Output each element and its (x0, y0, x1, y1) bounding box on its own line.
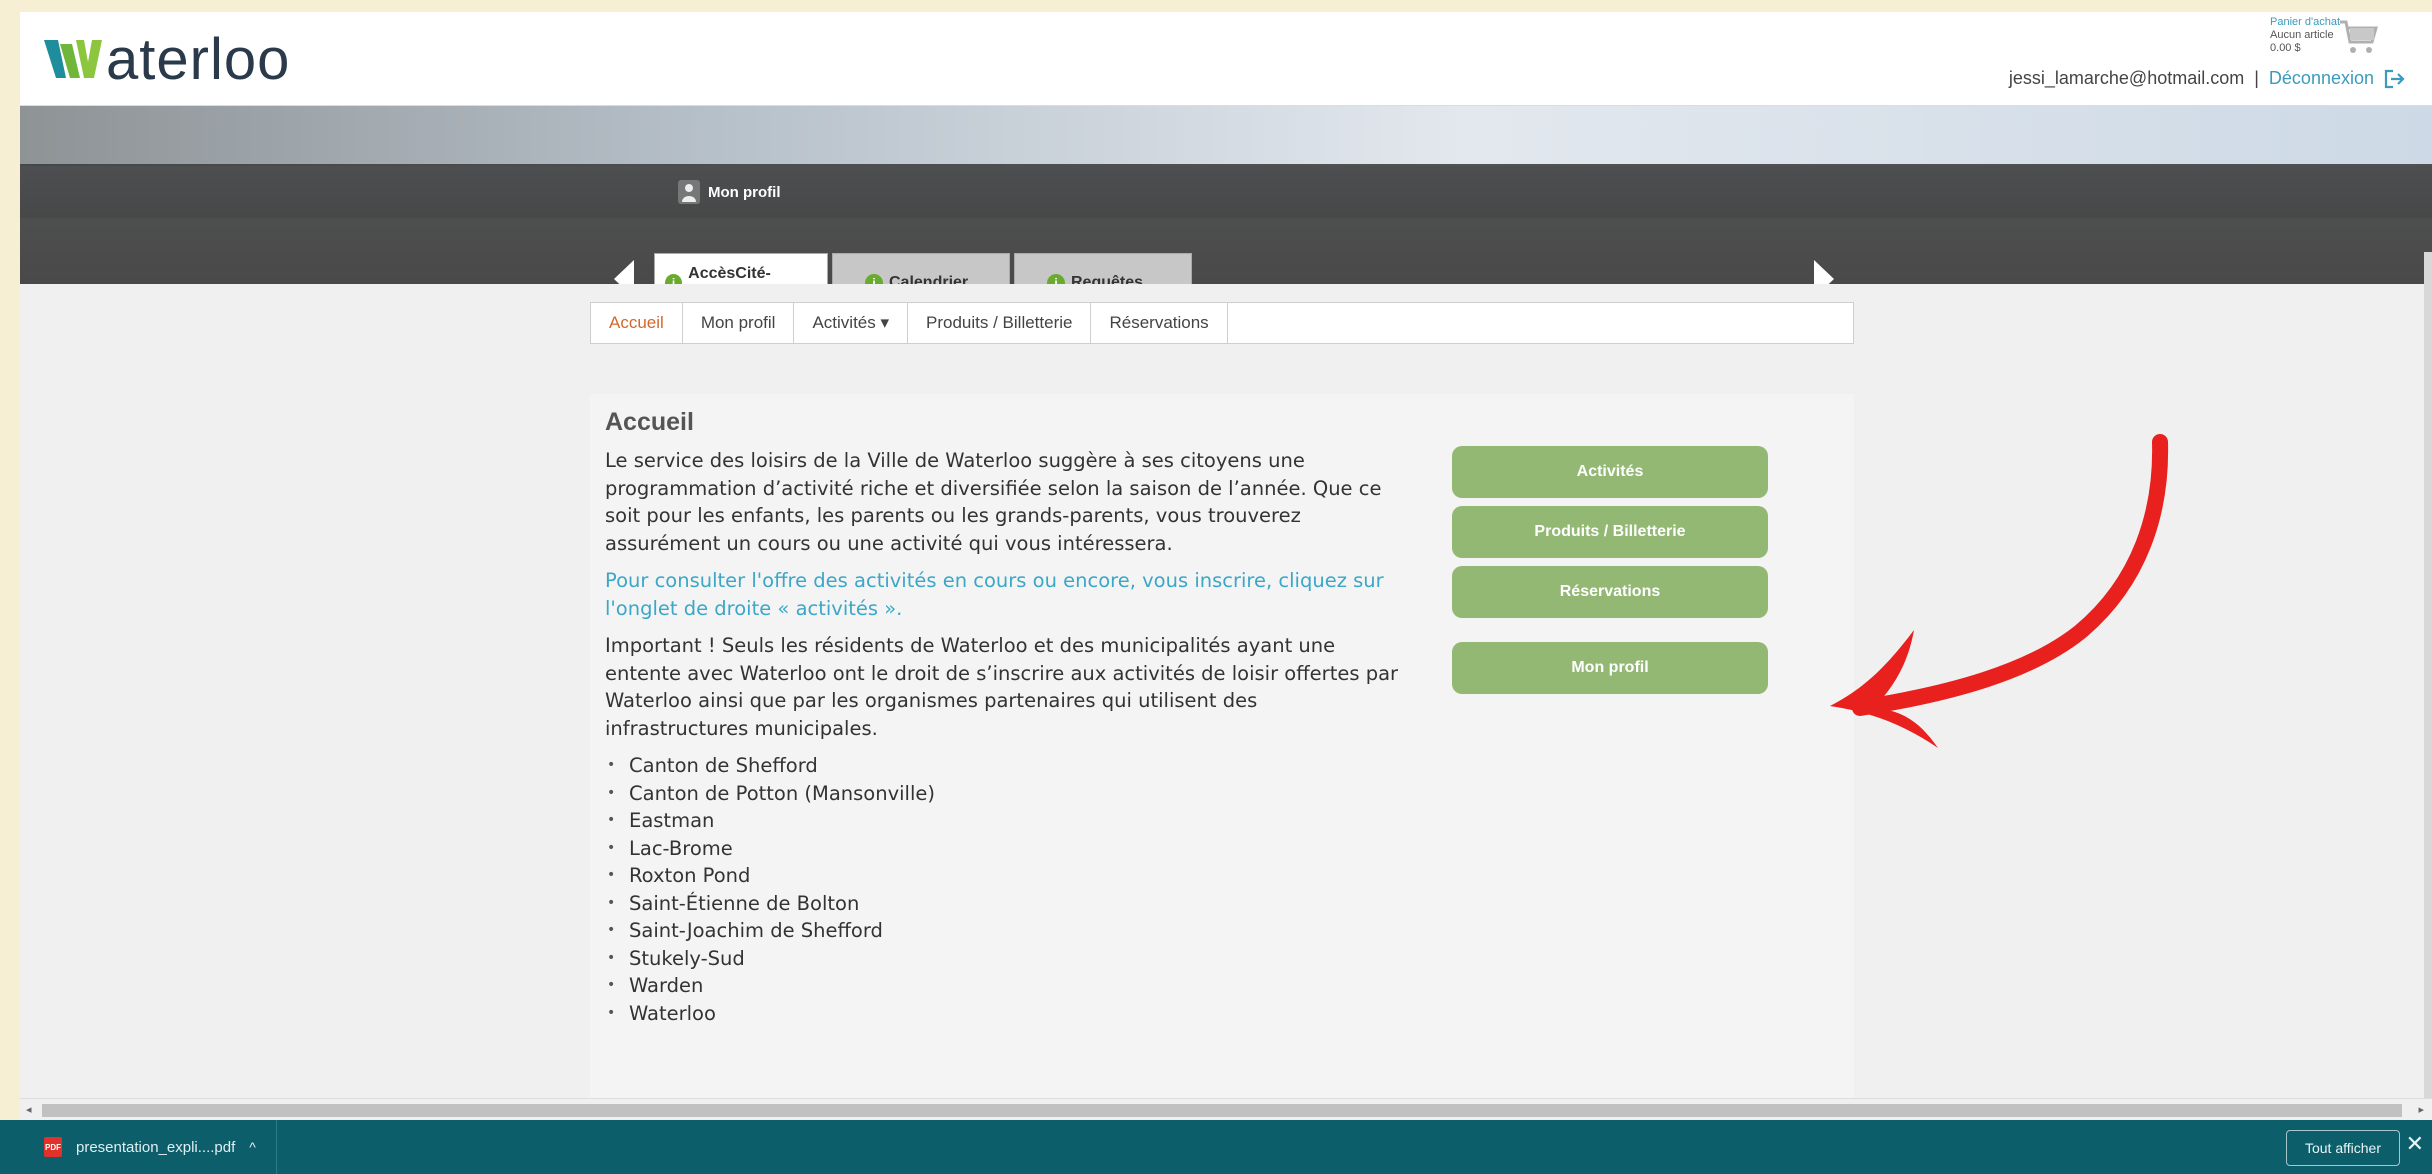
download-bar: PDF presentation_expli....pdf ^ Tout aff… (0, 1120, 2432, 1174)
tab-label: AccèsCité-Loisirs (688, 264, 771, 285)
cart-items: Aucun article (2270, 29, 2334, 41)
subnav-item-produits-billetterie[interactable]: Produits / Billetterie (908, 303, 1092, 343)
shopping-cart-summary[interactable]: Panier d'achat Aucun article 0.00 $ (2270, 16, 2340, 55)
browser-viewport: aterloo Panier d'achat Aucun article 0.0… (20, 12, 2432, 1118)
intro-paragraph: Le service des loisirs de la Ville de Wa… (605, 449, 1382, 555)
hero-banner: Mon profil i AccèsCité-Loisirs i Calendr… (20, 106, 2432, 284)
tabs-scroll-right-icon[interactable] (1814, 260, 1834, 284)
download-file-name: presentation_expli....pdf (76, 1138, 236, 1156)
user-account-line: jessi_lamarche@hotmail.com | Déconnexion (2009, 68, 2406, 89)
tab-requetes[interactable]: i Requêtes (1014, 253, 1192, 284)
profile-bar (20, 164, 2432, 218)
main-panel: Accueil Le service des loisirs de la Vil… (590, 394, 1854, 1118)
site-header: aterloo Panier d'achat Aucun article 0.0… (20, 12, 2432, 106)
list-item: Canton de Potton (Mansonville) (605, 780, 1405, 808)
banner-sky (20, 106, 2432, 166)
user-email: jessi_lamarche@hotmail.com (2008, 68, 2245, 88)
list-item: Saint-Joachim de Shefford (605, 917, 1405, 945)
waterloo-w-logo-icon (44, 40, 102, 78)
tab-calendrier[interactable]: i Calendrier (832, 253, 1010, 284)
red-arrow-annotation-icon (1830, 434, 2169, 748)
show-all-button[interactable]: Tout afficher (2285, 1130, 2400, 1166)
chevron-up-icon[interactable]: ^ (249, 1139, 256, 1155)
logout-link[interactable]: Déconnexion (2269, 68, 2374, 89)
tab-label: Calendrier (889, 273, 969, 285)
shopping-cart-icon[interactable] (2338, 18, 2378, 58)
top-profile-label: Mon profil (708, 183, 781, 201)
subnav-item-activites[interactable]: Activités ▾ (794, 303, 909, 343)
scrollbar-thumb[interactable] (42, 1104, 2402, 1117)
info-icon: i (1047, 273, 1065, 284)
list-item: Canton de Shefford (605, 752, 1405, 780)
activites-button[interactable]: Activités (1452, 446, 1768, 498)
tab-accescite-loisirs[interactable]: i AccèsCité-Loisirs (654, 253, 828, 284)
municipalities-list: Canton de Shefford Canton de Potton (Man… (605, 752, 1405, 1027)
module-tabs: i AccèsCité-Loisirs i Calendrier i Requê… (654, 253, 1192, 284)
mon-profil-button[interactable]: Mon profil (1452, 642, 1768, 694)
list-item: Waterloo (605, 1000, 1405, 1028)
page-title: Accueil (605, 408, 694, 436)
separator: | (2254, 68, 2259, 88)
info-icon: i (865, 273, 883, 284)
reservations-button[interactable]: Réservations (1452, 566, 1768, 618)
quick-action-buttons: Activités Produits / Billetterie Réserva… (1452, 446, 1768, 702)
scroll-right-icon[interactable]: ▸ (2418, 1103, 2424, 1116)
logo-text: aterloo (106, 26, 291, 92)
download-item[interactable]: PDF presentation_expli....pdf ^ (0, 1120, 277, 1174)
important-paragraph: Important ! Seuls les résidents de Water… (605, 634, 1399, 740)
top-profile-link[interactable]: Mon profil (678, 180, 780, 204)
produits-billetterie-button[interactable]: Produits / Billetterie (1452, 506, 1768, 558)
home-content: Accueil Le service des loisirs de la Vil… (605, 408, 1405, 1027)
list-item: Stukely-Sud (605, 945, 1405, 973)
subnav-item-mon-profil[interactable]: Mon profil (683, 303, 795, 343)
cart-total: 0.00 $ (2270, 42, 2301, 54)
tab-label: Requêtes (1071, 273, 1144, 285)
logout-icon[interactable] (2384, 69, 2406, 89)
list-item: Eastman (605, 807, 1405, 835)
person-icon (678, 180, 700, 204)
scroll-left-icon[interactable]: ◂ (26, 1103, 32, 1116)
list-item: Saint-Étienne de Bolton (605, 890, 1405, 918)
list-item: Lac-Brome (605, 835, 1405, 863)
vertical-scrollbar[interactable] (2424, 252, 2432, 1112)
waterloo-logo[interactable]: aterloo (42, 24, 290, 94)
list-item: Warden (605, 972, 1405, 1000)
activities-info-link[interactable]: Pour consulter l'offre des activités en … (605, 567, 1405, 622)
list-item: Roxton Pond (605, 862, 1405, 890)
info-icon: i (665, 273, 683, 284)
cart-title[interactable]: Panier d'achat (2270, 16, 2340, 29)
close-icon[interactable]: ✕ (2406, 1132, 2424, 1157)
tabs-scroll-left-icon[interactable] (614, 260, 634, 284)
subnav-item-reservations[interactable]: Réservations (1091, 303, 1228, 343)
subnav-item-accueil[interactable]: Accueil (591, 303, 683, 343)
tab-bar (20, 218, 2432, 284)
sub-navigation: Accueil Mon profil Activités ▾ Produits … (590, 302, 1854, 344)
pdf-file-icon: PDF (44, 1137, 62, 1157)
horizontal-scrollbar[interactable]: ◂ ▸ (20, 1098, 2432, 1120)
